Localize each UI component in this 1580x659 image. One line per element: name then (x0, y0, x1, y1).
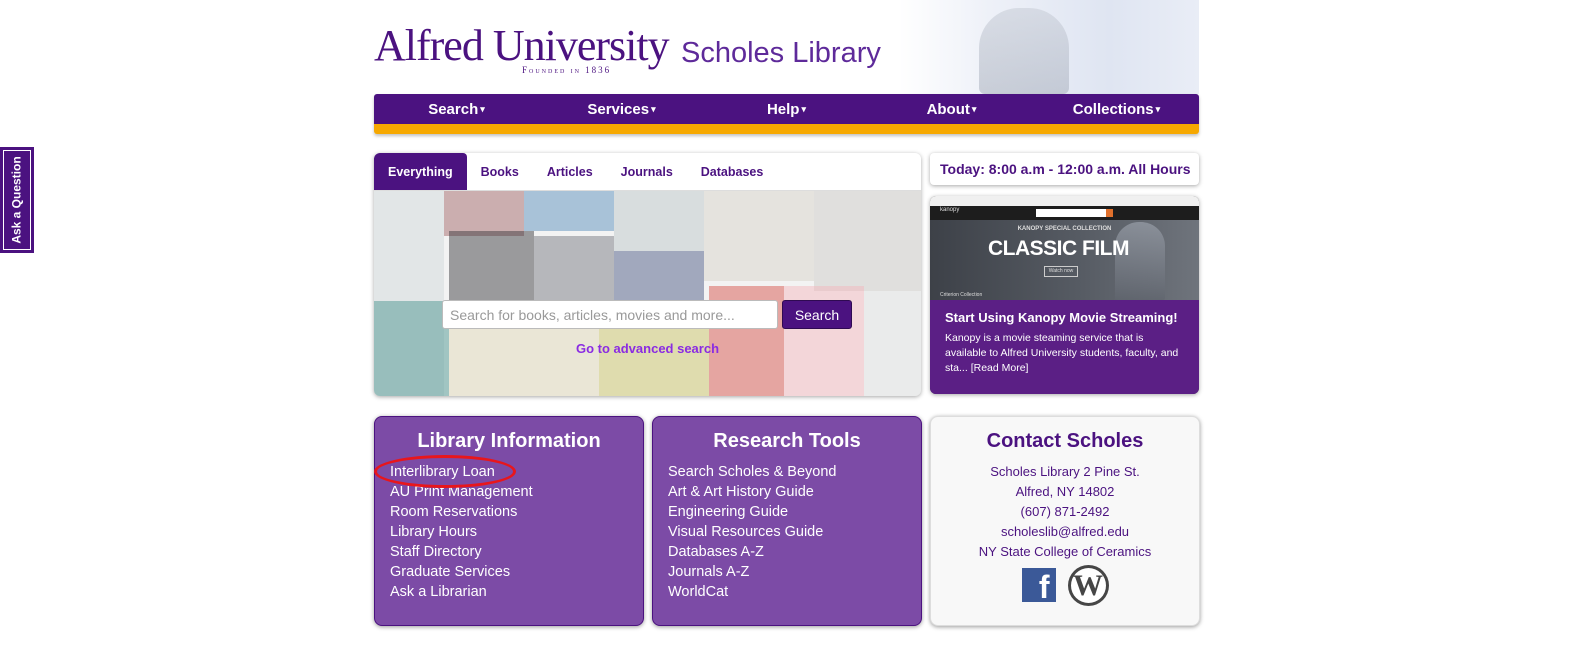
contact-city: Alfred, NY 14802 (1015, 484, 1115, 499)
feature-title[interactable]: Start Using Kanopy Movie Streaming! (945, 310, 1184, 325)
research-tools-box: Research Tools Search Scholes & Beyond A… (652, 416, 922, 626)
tab-journals[interactable]: Journals (607, 153, 687, 190)
contact-email[interactable]: scholeslib@alfred.edu (931, 522, 1199, 542)
wordpress-icon[interactable]: W (1067, 565, 1109, 606)
link-art-history-guide[interactable]: Art & Art History Guide (668, 482, 921, 502)
search-input[interactable] (442, 300, 778, 329)
tab-articles[interactable]: Articles (533, 153, 607, 190)
nav-collections-label: Collections (1072, 101, 1154, 118)
chevron-down-icon: ▾ (480, 104, 485, 114)
feature-caption: Start Using Kanopy Movie Streaming! Kano… (930, 300, 1199, 394)
facebook-icon[interactable]: f (1021, 568, 1056, 602)
statue-image (1115, 222, 1165, 300)
search-tabs: Everything Books Articles Journals Datab… (374, 153, 921, 191)
feature-description: Kanopy is a movie steaming service that … (945, 331, 1184, 376)
nav-search-label: Search (428, 101, 479, 118)
advanced-search-link[interactable]: Go to advanced search (374, 341, 921, 356)
chevron-down-icon: ▾ (801, 104, 807, 114)
contact-phone[interactable]: (607) 871-2492 (931, 502, 1199, 522)
kanopy-collection-text: Criterion Collection (940, 292, 983, 298)
social-links: f W (931, 565, 1199, 606)
ask-a-question-label: Ask a Question (10, 156, 25, 244)
link-search-scholes-beyond[interactable]: Search Scholes & Beyond (668, 462, 921, 482)
link-worldcat[interactable]: WorldCat (668, 582, 921, 602)
research-tools-title: Research Tools (713, 430, 861, 452)
ask-a-question-tab[interactable]: Ask a Question (0, 147, 34, 253)
library-information-title: Library Information (417, 430, 601, 452)
chevron-down-icon: ▾ (971, 104, 977, 114)
nav-services-label: Services (587, 101, 650, 118)
books-background-image: Search Go to advanced search (374, 191, 921, 396)
link-room-reservations[interactable]: Room Reservations (390, 502, 643, 522)
link-engineering-guide[interactable]: Engineering Guide (668, 502, 921, 522)
search-button[interactable]: Search (782, 300, 852, 329)
university-logo[interactable]: Alfred University (374, 24, 670, 68)
main-nav: Search ▾ Services ▾ Help ▾ About ▾ Collectio… (374, 94, 1199, 134)
nav-help[interactable]: Help ▾ (704, 94, 869, 124)
contact-title: Contact Scholes (986, 430, 1144, 452)
link-ask-a-librarian[interactable]: Ask a Librarian (390, 582, 643, 602)
link-journals-a-z[interactable]: Journals A-Z (668, 562, 921, 582)
header-statue-image (899, 0, 1199, 94)
link-graduate-services[interactable]: Graduate Services (390, 562, 643, 582)
kanopy-special-text: KANOPY SPECIAL COLLECTION (1017, 226, 1112, 232)
kanopy-watch-button: Watch now (1044, 266, 1078, 277)
founded-text: Founded in 1836 (522, 65, 612, 75)
link-visual-resources-guide[interactable]: Visual Resources Guide (668, 522, 921, 542)
nav-search[interactable]: Search ▾ (374, 94, 539, 124)
read-more-link[interactable]: [Read More] (971, 362, 1029, 374)
link-library-hours[interactable]: Library Hours (390, 522, 643, 542)
library-information-box: Library Information Interlibrary Loan AU… (374, 416, 644, 626)
nav-collections[interactable]: Collections ▾ (1034, 94, 1199, 124)
library-name[interactable]: Scholes Library (681, 36, 881, 70)
wordpress-glyph: W (1070, 568, 1106, 603)
chevron-down-icon: ▾ (651, 104, 656, 114)
link-interlibrary-loan[interactable]: Interlibrary Loan (390, 462, 643, 482)
search-panel: Everything Books Articles Journals Datab… (374, 153, 921, 396)
nav-services[interactable]: Services ▾ (539, 94, 704, 124)
contact-box: Contact Scholes Scholes Library 2 Pine S… (930, 416, 1200, 626)
contact-college[interactable]: NY State College of Ceramics (931, 542, 1199, 562)
link-staff-directory[interactable]: Staff Directory (390, 542, 643, 562)
tab-everything[interactable]: Everything (374, 153, 467, 190)
browser-bar-image (930, 196, 1199, 206)
site-header: Alfred University Founded in 1836 Schole… (374, 0, 1199, 94)
nav-help-label: Help (766, 101, 800, 118)
tab-databases[interactable]: Databases (687, 153, 778, 190)
kanopy-searchbox-image (1036, 209, 1106, 217)
nav-about-label: About (926, 101, 970, 118)
nav-about[interactable]: About ▾ (869, 94, 1034, 124)
link-databases-a-z[interactable]: Databases A-Z (668, 542, 921, 562)
link-au-print-management[interactable]: AU Print Management (390, 482, 643, 502)
todays-hours[interactable]: Today: 8:00 a.m - 12:00 a.m. All Hours (930, 153, 1199, 185)
contact-address: Scholes Library 2 Pine St. (990, 464, 1140, 479)
featured-slide[interactable]: kanopy KANOPY SPECIAL COLLECTION CLASSIC… (930, 196, 1199, 394)
kanopy-headline: CLASSIC FILM (988, 237, 1130, 260)
kanopy-brand: kanopy (940, 207, 960, 213)
tab-books[interactable]: Books (467, 153, 533, 190)
kanopy-search-icon (1106, 209, 1113, 217)
chevron-down-icon: ▾ (1155, 104, 1161, 114)
